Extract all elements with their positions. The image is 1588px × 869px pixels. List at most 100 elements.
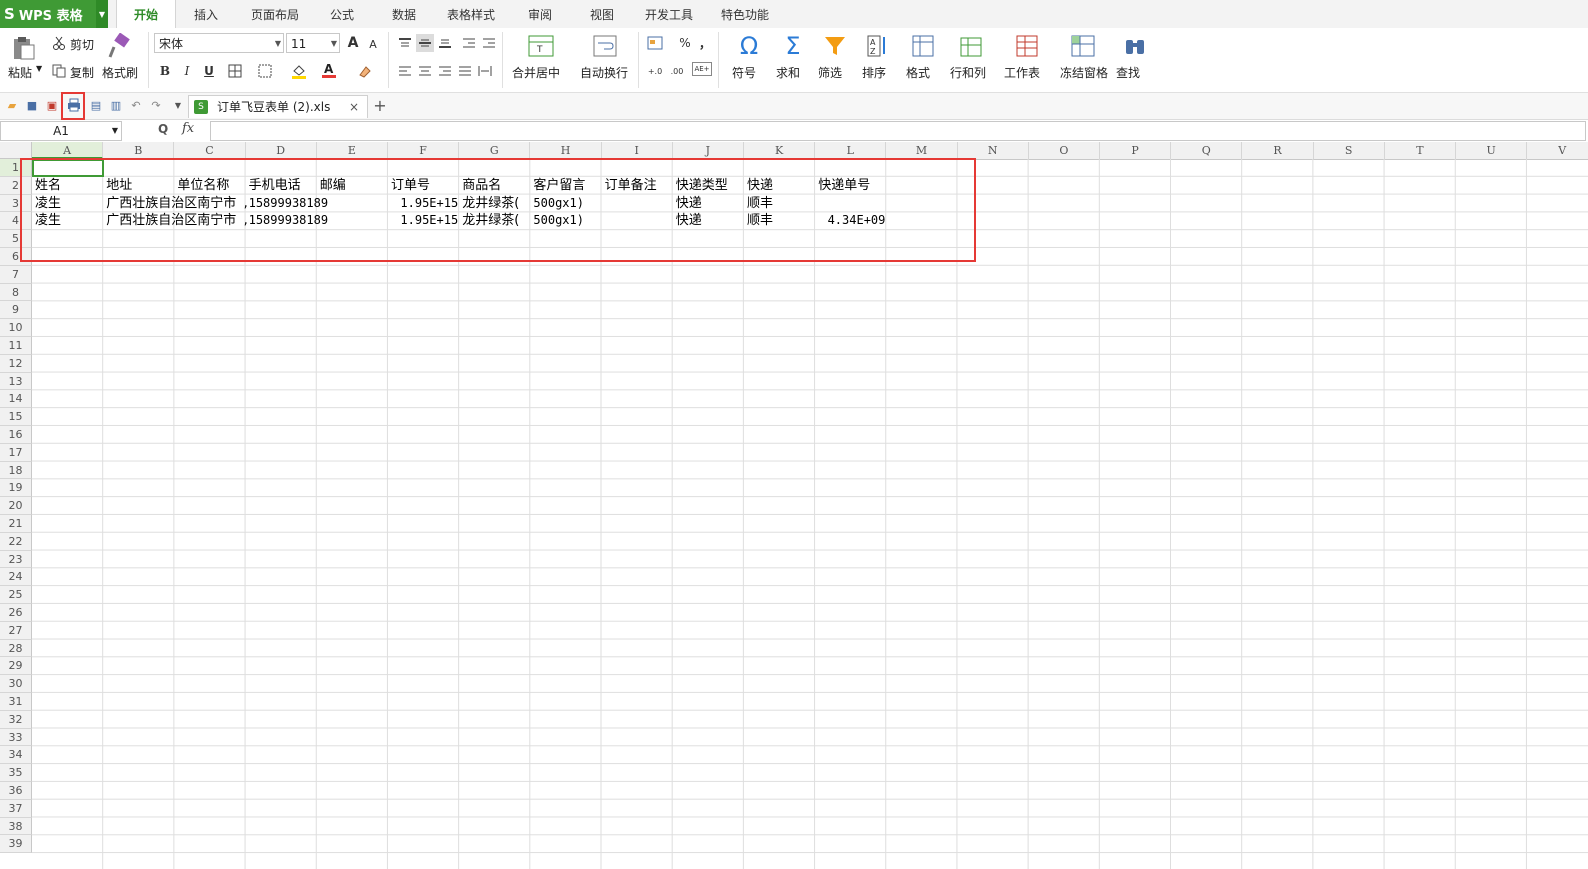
paste-icon[interactable]	[8, 34, 38, 62]
column-header[interactable]: C	[174, 142, 246, 159]
header-cell[interactable]: 单位名称	[177, 177, 244, 195]
app-menu-dropdown-icon[interactable]: ▼	[96, 0, 108, 28]
row-header[interactable]: 39	[0, 835, 32, 854]
row-header[interactable]: 33	[0, 728, 32, 747]
sigma-icon[interactable]: Σ	[778, 32, 808, 60]
header-cell[interactable]: 订单号	[391, 177, 458, 195]
column-header[interactable]: P	[1100, 142, 1172, 159]
address-cell[interactable]: 广西壮族自治区南宁市	[106, 212, 242, 230]
row-header[interactable]: 10	[0, 319, 32, 337]
row-col-icon[interactable]	[956, 32, 986, 60]
tab-page-layout[interactable]: 页面布局	[244, 0, 306, 28]
row-header[interactable]: 28	[0, 639, 32, 658]
cell-area[interactable]: 姓名 地址 单位名称 手机电话 邮编 订单号 商品名 客户留言 订单备注 快递类型 快递 快递单号 凌生…	[32, 159, 1588, 869]
row-header[interactable]: 22	[0, 532, 32, 551]
decimal-increase-button[interactable]: +.0	[646, 62, 664, 80]
row-header[interactable]: 8	[0, 283, 32, 302]
row-header[interactable]: 36	[0, 782, 32, 800]
row-header[interactable]: 13	[0, 372, 32, 391]
row-col-button[interactable]: 行和列	[950, 64, 986, 81]
phone-cell[interactable]: 15899938189	[249, 212, 338, 230]
express-type-cell[interactable]: 快递	[676, 212, 743, 230]
tab-table-style[interactable]: 表格样式	[440, 0, 502, 28]
format-icon[interactable]	[908, 32, 938, 60]
active-cell-a1[interactable]	[32, 159, 104, 177]
column-header[interactable]: G	[459, 142, 531, 159]
font-color-icon[interactable]: A	[320, 61, 338, 79]
symbol-button[interactable]: 符号	[732, 64, 756, 81]
column-header[interactable]: V	[1527, 142, 1588, 159]
column-header[interactable]: Q	[1171, 142, 1243, 159]
border-icon[interactable]	[226, 62, 244, 80]
express-cell[interactable]: 顺丰	[747, 195, 814, 213]
row-header[interactable]: 35	[0, 764, 32, 782]
justify-icon[interactable]	[456, 62, 474, 80]
row-header[interactable]: 3	[0, 194, 32, 213]
header-cell[interactable]: 商品名	[462, 177, 529, 195]
row-header[interactable]: 20	[0, 497, 32, 515]
order-number-cell[interactable]: 1.95E+15	[391, 212, 458, 230]
header-cell[interactable]: 客户留言	[533, 177, 600, 195]
row-header[interactable]: 15	[0, 408, 32, 426]
row-header[interactable]: 32	[0, 710, 32, 729]
bold-button[interactable]: B	[156, 62, 174, 80]
tab-formulas[interactable]: 公式	[320, 0, 364, 28]
row-header[interactable]: 16	[0, 426, 32, 444]
cell-style-icon[interactable]	[256, 62, 274, 80]
distributed-icon[interactable]	[476, 62, 494, 80]
indent-decrease-icon[interactable]	[460, 34, 478, 52]
header-cell[interactable]: 手机电话	[249, 177, 316, 195]
header-cell[interactable]: 邮编	[320, 177, 387, 195]
percent-button[interactable]: %	[676, 34, 694, 52]
header-cell[interactable]: 快递单号	[818, 177, 885, 195]
column-header[interactable]: M	[886, 142, 958, 159]
row-header[interactable]: 7	[0, 265, 32, 284]
sort-button[interactable]: 排序	[862, 64, 886, 81]
wrap-text-button[interactable]: 自动换行	[580, 64, 628, 81]
column-header[interactable]: A	[32, 142, 104, 159]
column-header[interactable]: F	[388, 142, 460, 159]
tracking-number-cell[interactable]: 4.34E+09	[818, 212, 886, 230]
column-header[interactable]: T	[1385, 142, 1456, 159]
print-preview-icon[interactable]: ▤	[88, 97, 104, 113]
name-box[interactable]: A1 ▼	[0, 121, 122, 141]
column-header[interactable]: O	[1029, 142, 1100, 159]
indent-increase-icon[interactable]	[480, 34, 498, 52]
underline-button[interactable]: U	[200, 62, 218, 80]
express-cell[interactable]: 顺丰	[747, 212, 814, 230]
preview-zoom-icon[interactable]: ▥	[108, 97, 124, 113]
fill-color-icon[interactable]	[290, 62, 308, 80]
row-header[interactable]: 12	[0, 354, 32, 373]
copy-icon[interactable]	[50, 62, 68, 80]
row-header[interactable]: 5	[0, 230, 32, 248]
row-header[interactable]: 19	[0, 479, 32, 498]
fx-icon[interactable]: fx	[182, 121, 194, 136]
name-cell[interactable]: 凌生	[35, 195, 102, 213]
header-cell[interactable]: 订单备注	[605, 177, 672, 195]
merge-center-icon[interactable]: T	[526, 32, 556, 60]
row-header[interactable]: 24	[0, 568, 32, 587]
filter-button[interactable]: 筛选	[818, 64, 842, 81]
paste-dropdown-icon[interactable]: ▼	[36, 64, 42, 73]
tab-review[interactable]: 审阅	[518, 0, 562, 28]
undo-icon[interactable]: ↶	[128, 97, 144, 113]
format-painter-icon[interactable]	[104, 32, 134, 60]
find-button[interactable]: 查找	[1116, 64, 1140, 81]
phone-cell[interactable]: 15899938189	[249, 195, 338, 213]
row-header[interactable]: 9	[0, 301, 32, 320]
name-cell[interactable]: 凌生	[35, 212, 102, 230]
express-type-cell[interactable]: 快递	[676, 195, 743, 213]
wrap-text-icon[interactable]	[590, 32, 620, 60]
align-left-icon[interactable]	[396, 62, 414, 80]
column-header[interactable]: L	[815, 142, 887, 159]
column-header[interactable]: I	[602, 142, 673, 159]
sum-button[interactable]: 求和	[776, 64, 800, 81]
row-header[interactable]: 23	[0, 550, 32, 569]
align-right-icon[interactable]	[436, 62, 454, 80]
header-cell[interactable]: 快递	[747, 177, 814, 195]
column-header[interactable]: J	[673, 142, 744, 159]
new-tab-icon[interactable]: +	[372, 96, 388, 115]
header-cell[interactable]: 快递类型	[676, 177, 743, 195]
order-number-cell[interactable]: 1.95E+15	[391, 195, 458, 213]
filter-icon[interactable]	[820, 32, 850, 60]
